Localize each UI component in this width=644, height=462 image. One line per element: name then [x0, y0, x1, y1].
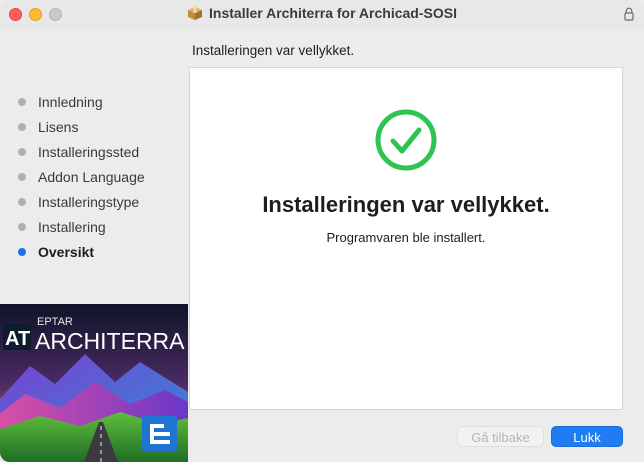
- product-banner: AT EPTAR ARCHITERRA: [0, 304, 188, 462]
- step-label: Installering: [38, 218, 106, 235]
- window-title: Installer Architerra for Archicad-SOSI: [209, 5, 457, 21]
- title-bar: Installer Architerra for Archicad-SOSI: [0, 0, 644, 30]
- step-bullet-icon: [18, 97, 26, 106]
- step-bullet-icon: [18, 172, 26, 181]
- step-item: Lisens: [18, 114, 145, 139]
- step-bullet-icon: [18, 122, 26, 131]
- step-bullet-icon: [18, 197, 26, 206]
- step-label: Installeringstype: [38, 193, 140, 210]
- step-label: Lisens: [38, 118, 79, 135]
- close-button[interactable]: Lukk: [551, 426, 623, 447]
- step-bullet-icon: [18, 147, 26, 156]
- package-icon: [187, 5, 203, 24]
- window-title-area: Installer Architerra for Archicad-SOSI: [0, 5, 644, 24]
- content-panel: Installeringen var vellykket. Programvar…: [189, 67, 623, 410]
- go-back-button[interactable]: Gå tilbake: [457, 426, 544, 447]
- step-label: Addon Language: [38, 168, 145, 185]
- success-heading: Installeringen var vellykket.: [262, 192, 550, 217]
- step-label: Installeringssted: [38, 143, 140, 160]
- step-subtitle: Installeringen var vellykket.: [192, 43, 355, 58]
- success-message: Programvaren ble installert.: [326, 230, 486, 245]
- banner-brand-small: EPTAR: [37, 316, 73, 328]
- step-label: Oversikt: [38, 243, 95, 260]
- banner-brand-large: ARCHITERRA: [35, 328, 185, 354]
- step-bullet-icon: [18, 247, 26, 256]
- step-item: Installeringstype: [18, 189, 145, 214]
- step-item-active: Oversikt: [18, 239, 145, 264]
- step-item: Addon Language: [18, 164, 145, 189]
- step-label: Innledning: [38, 93, 103, 110]
- installer-window: Installer Architerra for Archicad-SOSI I…: [0, 0, 644, 462]
- step-item: Innledning: [18, 89, 145, 114]
- step-item: Installering: [18, 214, 145, 239]
- success-checkmark-icon: [374, 108, 438, 177]
- lock-icon: [624, 7, 634, 26]
- step-item: Installeringssted: [18, 139, 145, 164]
- step-bullet-icon: [18, 222, 26, 231]
- banner-logo-letters: AT: [5, 328, 30, 350]
- steps-list: Innledning Lisens Installeringssted Addo…: [18, 89, 145, 264]
